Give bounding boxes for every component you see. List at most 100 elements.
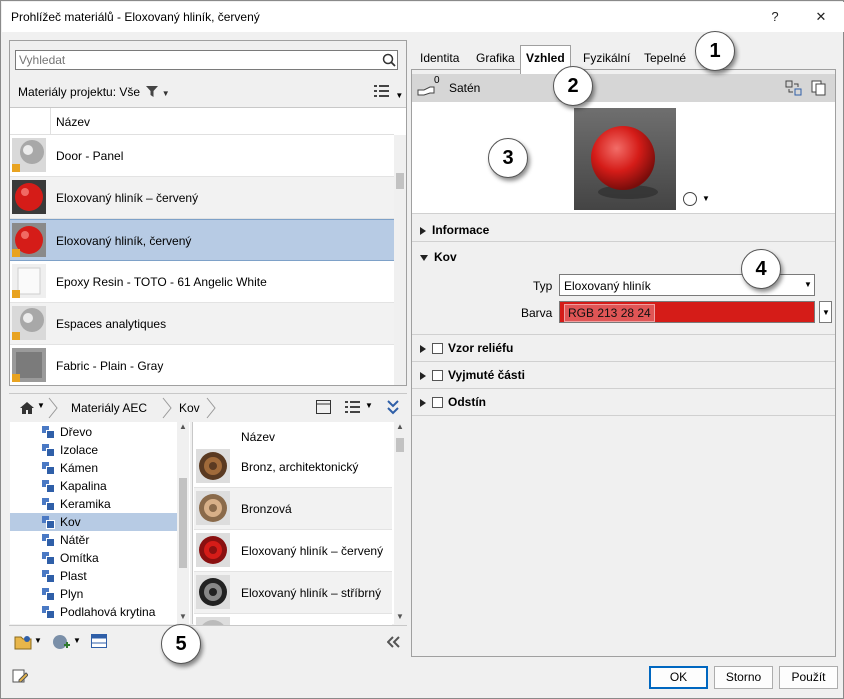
cancel-button[interactable]: Storno: [714, 666, 773, 689]
search-box[interactable]: [15, 50, 398, 70]
tree-item[interactable]: Kov: [10, 513, 177, 531]
tree-item[interactable]: Plast: [10, 567, 177, 585]
chevron-down-icon[interactable]: ▼: [162, 89, 170, 98]
project-material-row[interactable]: Epoxy Resin - TOTO - 61 Angelic White: [10, 261, 394, 303]
help-button[interactable]: ?: [764, 7, 786, 27]
asset-user-count: 0: [434, 75, 440, 86]
tree-item[interactable]: Kámen: [10, 459, 177, 477]
panel-layout-icon[interactable]: [316, 400, 331, 414]
breadcrumb-item[interactable]: Kov: [179, 401, 200, 415]
section-relief[interactable]: Vzor reliéfu: [420, 341, 513, 355]
section-info[interactable]: Informace: [420, 223, 489, 237]
expand-arrow-icon: [420, 344, 426, 353]
chevron-down-icon[interactable]: ▼: [365, 401, 373, 410]
breadcrumb-item[interactable]: Materiály AEC: [71, 401, 147, 415]
section-tint[interactable]: Odstín: [420, 395, 486, 409]
ok-button[interactable]: OK: [649, 666, 708, 689]
search-icon[interactable]: [382, 53, 396, 67]
folder-icon: [42, 426, 55, 439]
list-view-icon[interactable]: [345, 400, 363, 414]
project-material-row[interactable]: Fabric - Plain - Gray: [10, 345, 394, 385]
scroll-up-icon[interactable]: ▲: [179, 422, 187, 431]
tree-item-label: Plyn: [60, 587, 84, 601]
material-thumbnail: [196, 449, 230, 483]
open-library-icon[interactable]: [14, 634, 32, 650]
tree-item[interactable]: Kapalina: [10, 477, 177, 495]
tree-item[interactable]: Plyn: [10, 585, 177, 603]
library-material-row[interactable]: Bronzová: [194, 488, 392, 530]
project-material-row-selected[interactable]: Eloxovaný hliník, červený: [10, 219, 394, 261]
project-filter[interactable]: Materiály projektu: Vše ▼: [18, 85, 170, 99]
filter-icon[interactable]: [146, 86, 159, 97]
column-header-name[interactable]: Název: [241, 430, 275, 444]
tree-item-label: Kámen: [60, 461, 99, 475]
project-material-row[interactable]: Espaces analytiques: [10, 303, 394, 345]
tree-item[interactable]: Podlahová krytina: [10, 603, 177, 621]
replace-asset-icon[interactable]: [785, 80, 803, 96]
asset-browser-icon[interactable]: [91, 634, 107, 648]
view-options-button[interactable]: ▼: [374, 84, 403, 101]
duplicate-asset-icon[interactable]: [811, 80, 827, 96]
collapse-left-icon[interactable]: [387, 636, 401, 648]
preview-options-icon[interactable]: [682, 191, 698, 207]
section-cutouts[interactable]: Vyjmuté části: [420, 368, 525, 382]
home-icon[interactable]: [19, 401, 35, 415]
library-material-row[interactable]: Eloxovaný hliník – stříbrný: [194, 572, 392, 614]
library-material-row[interactable]: Bronz, architektonický: [194, 446, 392, 488]
chevron-down-icon[interactable]: ▼: [73, 636, 81, 645]
tint-checkbox[interactable]: [432, 397, 443, 409]
scroll-down-icon[interactable]: ▼: [179, 612, 187, 621]
tree-item[interactable]: Keramika: [10, 495, 177, 513]
color-swatch[interactable]: RGB 213 28 24: [559, 301, 815, 323]
apply-button[interactable]: Použít: [779, 666, 838, 689]
edit-notes-icon[interactable]: [12, 668, 28, 684]
expand-arrow-icon: [420, 398, 426, 407]
collapse-arrow-icon: [420, 254, 428, 261]
material-name: Eloxovaný hliník, červený: [56, 234, 192, 248]
tree-item[interactable]: Izolace: [10, 441, 177, 459]
relief-checkbox[interactable]: [432, 343, 443, 355]
close-button[interactable]: ✕: [810, 7, 832, 27]
color-options-button[interactable]: ▼: [819, 301, 832, 323]
scrollbar-thumb[interactable]: [396, 438, 404, 452]
scroll-down-icon[interactable]: ▼: [396, 612, 404, 621]
collapse-down-icon[interactable]: [386, 399, 400, 415]
chevron-down-icon[interactable]: ▼: [34, 636, 42, 645]
tree-item-label: Izolace: [60, 443, 99, 457]
tree-item-label: Nátěr: [60, 533, 90, 547]
folder-icon: [42, 498, 55, 511]
tab-0[interactable]: Identita: [415, 46, 464, 70]
create-material-icon[interactable]: [51, 633, 71, 651]
tree-item-label: Keramika: [60, 497, 111, 511]
tree-item[interactable]: Omítka: [10, 549, 177, 567]
tree-item-label: Kov: [60, 515, 81, 529]
chevron-down-icon: ▼: [395, 91, 404, 100]
tab-4[interactable]: Tepelné: [639, 46, 691, 70]
scroll-up-icon[interactable]: ▲: [396, 422, 404, 431]
tree-item[interactable]: Dřevo: [10, 423, 177, 441]
project-list-scrollbar[interactable]: [394, 135, 406, 385]
scrollbar-thumb[interactable]: [179, 478, 187, 568]
expand-arrow-icon: [420, 226, 426, 235]
callout-1: 1: [695, 31, 735, 71]
project-material-row[interactable]: Eloxovaný hliník – červený: [10, 177, 394, 219]
search-input[interactable]: [16, 51, 366, 69]
material-thumbnail: [12, 306, 46, 340]
scrollbar-thumb[interactable]: [396, 173, 404, 189]
section-kov[interactable]: Kov: [420, 250, 457, 264]
chevron-down-icon[interactable]: ▼: [37, 401, 45, 410]
library-list-scrollbar[interactable]: ▲ ▼: [394, 422, 406, 624]
project-material-row[interactable]: Door - Panel: [10, 135, 394, 177]
tree-scrollbar[interactable]: ▲ ▼: [177, 422, 189, 624]
chevron-down-icon[interactable]: ▼: [702, 194, 710, 203]
tab-3[interactable]: Fyzikální: [578, 46, 635, 70]
library-material-row[interactable]: Eloxovaný hliník – červený: [194, 530, 392, 572]
project-filter-label: Materiály projektu: Vše: [18, 85, 141, 99]
tab-1[interactable]: Grafika: [471, 46, 520, 70]
tree-item[interactable]: Nátěr: [10, 531, 177, 549]
callout-5: 5: [161, 624, 201, 664]
chevron-down-icon[interactable]: ▼: [804, 280, 812, 289]
cutouts-checkbox[interactable]: [432, 370, 443, 382]
type-label: Typ: [533, 279, 553, 293]
column-header-name[interactable]: Název: [56, 115, 90, 129]
